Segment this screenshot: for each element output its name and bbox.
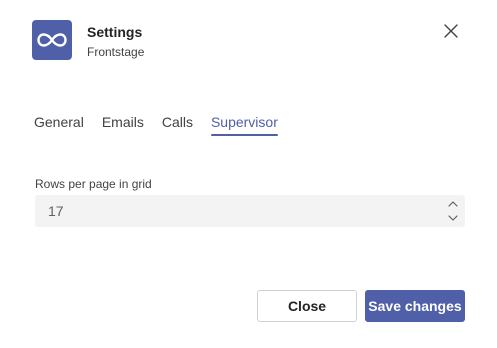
app-logo [32, 20, 72, 60]
tab-supervisor[interactable]: Supervisor [210, 113, 278, 137]
chevron-up-icon[interactable] [447, 199, 459, 209]
save-changes-button[interactable]: Save changes [365, 290, 465, 322]
close-icon[interactable] [442, 22, 460, 40]
rows-per-page-label: Rows per page in grid [35, 177, 152, 191]
tab-emails[interactable]: Emails [102, 113, 144, 137]
tab-calls[interactable]: Calls [162, 113, 193, 137]
rows-per-page-value[interactable]: 17 [48, 203, 64, 219]
infinity-icon [37, 33, 67, 47]
dialog-subtitle: Frontstage [87, 45, 145, 59]
settings-dialog: Settings Frontstage General Emails Calls… [0, 0, 497, 348]
tab-general[interactable]: General [34, 113, 84, 137]
chevron-down-icon[interactable] [447, 213, 459, 223]
tab-bar: General Emails Calls Supervisor [34, 113, 296, 137]
rows-per-page-stepper[interactable]: 17 [35, 195, 465, 227]
dialog-title: Settings [87, 24, 143, 40]
close-button[interactable]: Close [257, 290, 357, 322]
